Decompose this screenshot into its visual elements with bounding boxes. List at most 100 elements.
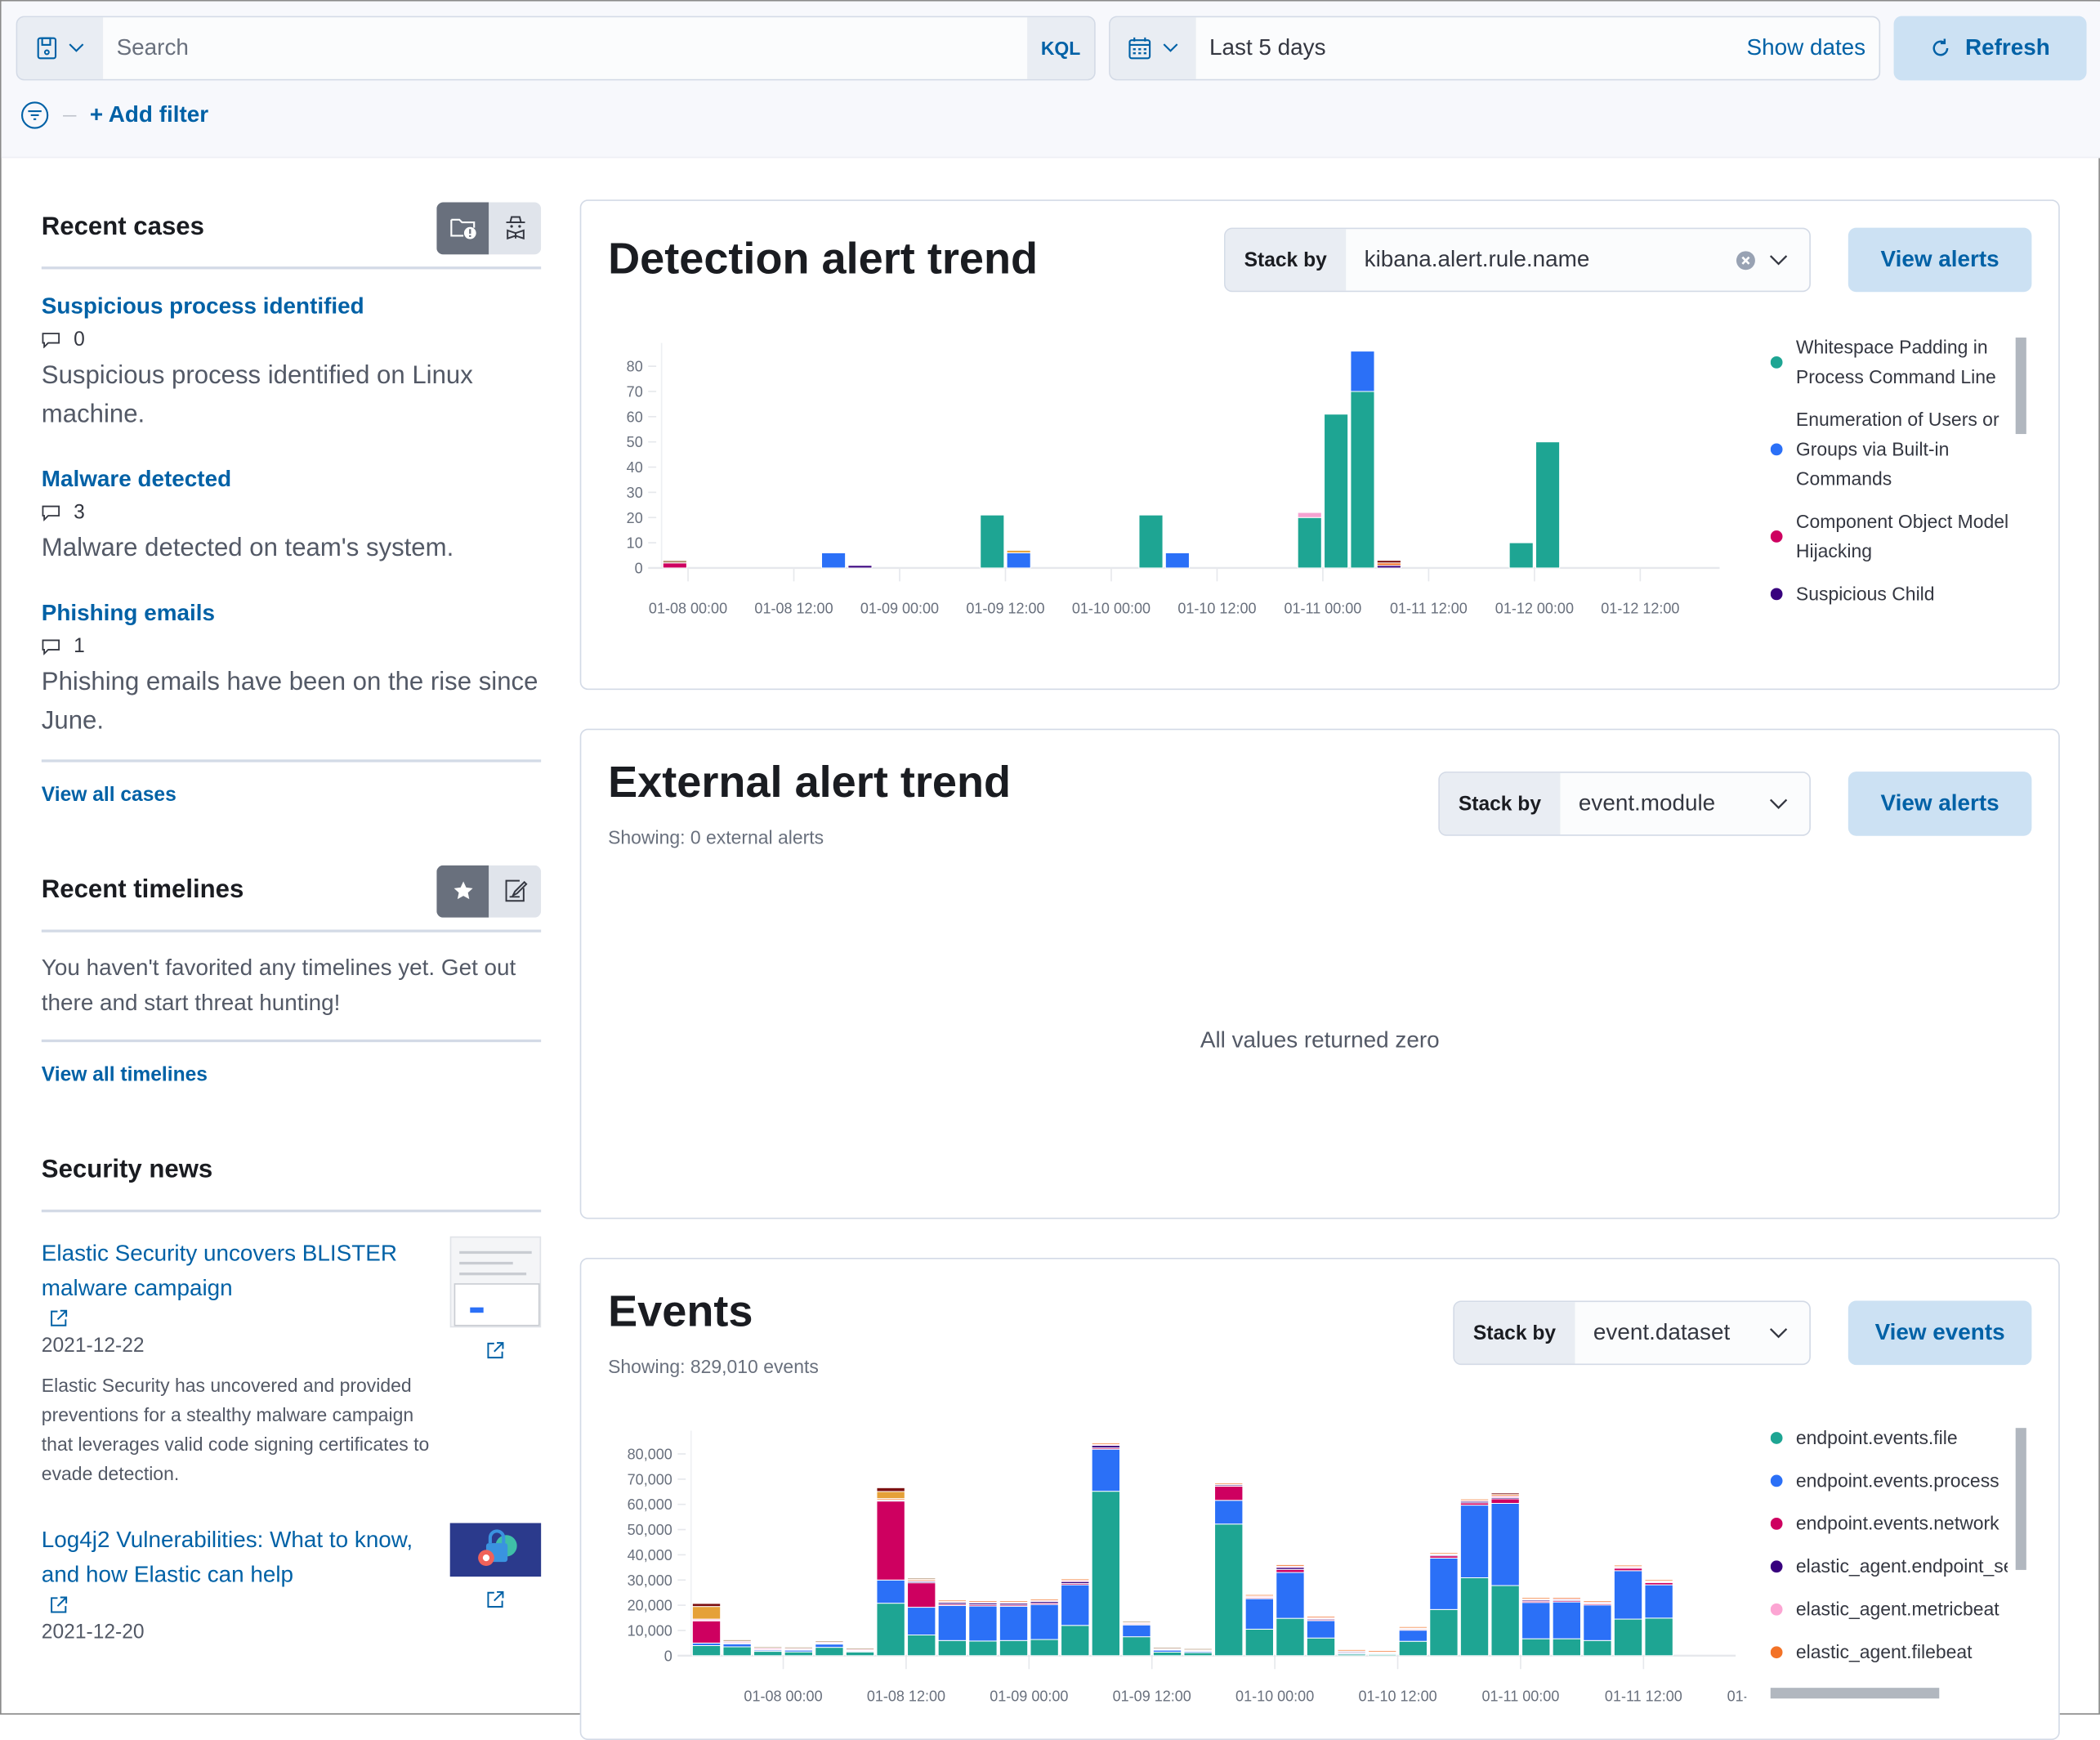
bar-segment[interactable] <box>815 1647 844 1657</box>
bar-segment[interactable] <box>1644 1579 1673 1582</box>
bar-segment[interactable] <box>1297 517 1322 569</box>
stack-by-select[interactable]: Stack by event.module <box>1438 772 1811 836</box>
bar-segment[interactable] <box>847 565 873 569</box>
bar-segment[interactable] <box>1244 1598 1274 1630</box>
bar-segment[interactable] <box>968 1605 998 1642</box>
bar-segment[interactable] <box>1583 1600 1612 1603</box>
bar-segment[interactable] <box>1324 414 1349 569</box>
bar-segment[interactable] <box>1429 1557 1459 1610</box>
bar-segment[interactable] <box>1429 1552 1459 1555</box>
view-events-button[interactable]: View events <box>1848 1300 2032 1366</box>
chevron-down-icon[interactable] <box>1769 1326 1788 1339</box>
bar-segment[interactable] <box>876 1500 905 1581</box>
bar-segment[interactable] <box>691 1620 722 1644</box>
bar-segment[interactable] <box>821 552 847 569</box>
legend-item[interactable]: elastic_agent.metricbeat <box>1770 1594 2009 1623</box>
bar-segment[interactable] <box>845 1651 875 1657</box>
bar-segment[interactable] <box>1122 1624 1151 1638</box>
legend-item[interactable]: Suspicious Child <box>1770 579 2009 608</box>
bar-segment[interactable] <box>1061 1578 1090 1581</box>
legend-item[interactable]: endpoint.events.process <box>1770 1465 2009 1495</box>
legend-item[interactable]: elastic_agent.filebeat <box>1770 1637 2009 1666</box>
bar-segment[interactable] <box>1398 1640 1428 1657</box>
bar-segment[interactable] <box>1138 514 1164 569</box>
show-dates-button[interactable]: Show dates <box>1747 17 1879 78</box>
bar-segment[interactable] <box>1122 1621 1151 1623</box>
bar-segment[interactable] <box>1490 1492 1520 1496</box>
bar-segment[interactable] <box>1006 552 1031 569</box>
bar-segment[interactable] <box>1276 1617 1305 1657</box>
legend-item[interactable]: endpoint.events.file <box>1770 1423 2009 1452</box>
bar-segment[interactable] <box>968 1600 998 1603</box>
bar-segment[interactable] <box>784 1646 813 1649</box>
stack-by-select[interactable]: Stack by event.dataset <box>1453 1300 1811 1366</box>
case-title-link[interactable]: Phishing emails <box>42 600 541 627</box>
external-link-icon[interactable] <box>486 1341 505 1360</box>
bar-segment[interactable] <box>1030 1599 1059 1601</box>
bar-segment[interactable] <box>1368 1650 1397 1653</box>
bar-segment[interactable] <box>1306 1637 1336 1657</box>
news-image[interactable] <box>449 1236 542 1328</box>
saved-query-button[interactable] <box>17 17 104 79</box>
bar-segment[interactable] <box>784 1651 813 1657</box>
bar-segment[interactable] <box>1490 1502 1520 1586</box>
legend-item[interactable]: endpoint.events.network <box>1770 1509 2009 1538</box>
bar-segment[interactable] <box>1061 1584 1090 1626</box>
bar-segment[interactable] <box>1350 351 1375 392</box>
legend-item[interactable]: elastic_agent.endpoint_security <box>1770 1551 2009 1581</box>
bar-segment[interactable] <box>1459 1505 1490 1578</box>
bar-segment[interactable] <box>1061 1625 1090 1657</box>
quick-menu-button[interactable] <box>1110 17 1196 79</box>
bar-segment[interactable] <box>1644 1617 1673 1657</box>
bar-segment[interactable] <box>1297 512 1322 518</box>
query-language-button[interactable]: KQL <box>1027 17 1095 79</box>
bar-segment[interactable] <box>1552 1600 1581 1639</box>
chevron-down-icon[interactable] <box>1769 254 1788 266</box>
view-alerts-button[interactable]: View alerts <box>1848 227 2032 293</box>
legend-item[interactable]: Whitespace Padding in Process Command Li… <box>1770 332 2009 391</box>
bar-segment[interactable] <box>1552 1597 1581 1599</box>
external-link-icon[interactable] <box>50 1308 69 1327</box>
bar-segment[interactable] <box>1091 1491 1120 1657</box>
news-title-link[interactable]: Log4j2 Vulnerabilities: What to know, an… <box>42 1523 445 1593</box>
bar-segment[interactable] <box>1214 1523 1244 1657</box>
bar-segment[interactable] <box>907 1577 936 1580</box>
bar-segment[interactable] <box>937 1599 967 1603</box>
bar-segment[interactable] <box>907 1607 936 1635</box>
bar-segment[interactable] <box>691 1603 722 1608</box>
news-image[interactable] <box>449 1523 542 1577</box>
bar-segment[interactable] <box>1244 1594 1274 1597</box>
bar-segment[interactable] <box>1183 1652 1213 1657</box>
bar-segment[interactable] <box>1276 1568 1305 1573</box>
bar-segment[interactable] <box>1508 542 1534 569</box>
bar-segment[interactable] <box>1521 1601 1551 1639</box>
bar-segment[interactable] <box>753 1646 783 1649</box>
bar-segment[interactable] <box>815 1640 844 1643</box>
bar-segment[interactable] <box>1490 1498 1520 1504</box>
legend-item[interactable]: Component Object Model Hijacking <box>1770 507 2009 566</box>
bar-segment[interactable] <box>1091 1448 1120 1492</box>
clear-icon[interactable] <box>1736 250 1756 271</box>
bar-segment[interactable] <box>1398 1626 1428 1629</box>
bar-segment[interactable] <box>753 1651 783 1657</box>
chevron-down-icon[interactable] <box>1769 798 1788 810</box>
bar-segment[interactable] <box>1214 1500 1244 1525</box>
case-title-link[interactable]: Suspicious process identified <box>42 293 541 320</box>
bar-segment[interactable] <box>1122 1636 1151 1657</box>
bar-segment[interactable] <box>1091 1443 1120 1445</box>
bar-segment[interactable] <box>1244 1628 1274 1657</box>
bar-segment[interactable] <box>999 1639 1029 1657</box>
bar-segment[interactable] <box>1376 560 1401 564</box>
bar-segment[interactable] <box>1183 1648 1213 1651</box>
bar-segment[interactable] <box>662 562 687 569</box>
bar-segment[interactable] <box>1306 1620 1336 1639</box>
bar-segment[interactable] <box>1490 1585 1520 1657</box>
bar-segment[interactable] <box>1276 1563 1305 1567</box>
case-title-link[interactable]: Malware detected <box>42 466 541 493</box>
bar-segment[interactable] <box>691 1606 722 1620</box>
bar-segment[interactable] <box>1214 1485 1244 1501</box>
bar-segment[interactable] <box>1306 1616 1336 1618</box>
view-all-cases-link[interactable]: View all cases <box>42 784 541 807</box>
bar-segment[interactable] <box>1644 1584 1673 1619</box>
bar-segment[interactable] <box>722 1639 752 1642</box>
